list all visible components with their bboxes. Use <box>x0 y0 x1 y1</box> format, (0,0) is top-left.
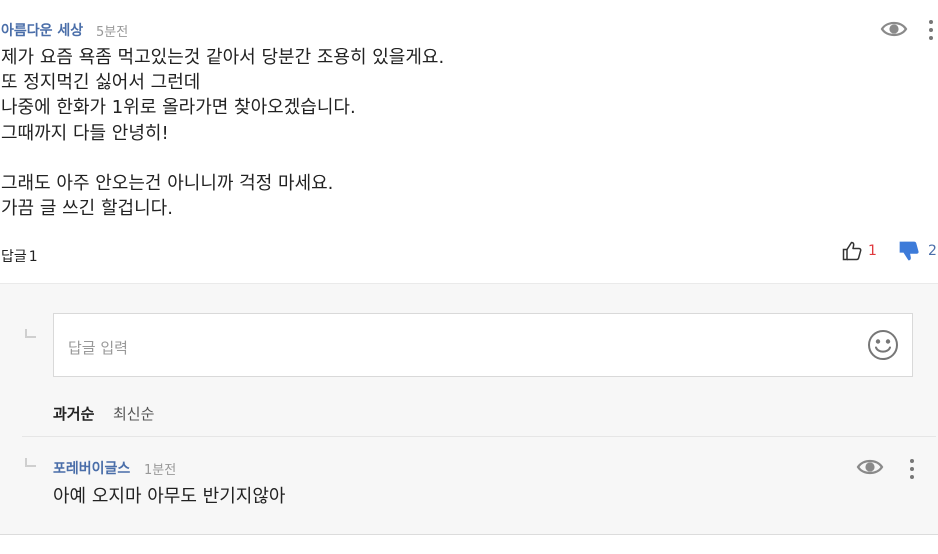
eye-icon[interactable] <box>856 456 884 478</box>
divider <box>22 436 936 437</box>
comment-line: 가끔 글 쓰긴 할겁니다. <box>1 198 173 220</box>
reply-label: 답글 <box>1 249 27 265</box>
reply-corner-icon <box>25 458 36 467</box>
eye-icon[interactable] <box>880 18 908 40</box>
reply-time: 1분전 <box>144 463 177 478</box>
reply-input[interactable]: 답글 입력 <box>53 313 913 377</box>
reply-toggle-button[interactable]: 답글 1 <box>1 246 38 266</box>
reply-text: 아예 오지마 아무도 반기지않아 <box>53 486 286 507</box>
comment-line <box>1 146 444 171</box>
reply-author[interactable]: 포레버이글스 <box>53 458 130 478</box>
comment: 아름다운 세상 5분전 제가 요즘 욕좀 먹고있는것 같아서 당분간 조용히 있… <box>0 0 938 284</box>
reply-section: 답글 입력 과거순 최신순 포레버이글스 1분전 아예 오지마 아무도 반기지않… <box>0 283 938 535</box>
thumbs-down-icon <box>899 241 919 261</box>
comment-time: 5분전 <box>96 25 129 40</box>
more-vertical-icon[interactable] <box>926 18 936 42</box>
comment-body: 제가 요즘 욕좀 먹고있는것 같아서 당분간 조용히 있을게요. 또 정지먹긴 … <box>1 45 444 221</box>
thumbs-up-icon <box>842 241 862 261</box>
comment-line: 그래도 아주 안오는건 아니니까 걱정 마세요. <box>1 172 334 194</box>
reply-count: 1 <box>28 249 38 265</box>
dislike-button[interactable]: 2 <box>898 240 937 262</box>
more-vertical-icon[interactable] <box>907 457 917 481</box>
comment-line: 또 정지먹긴 싫어서 그런데 <box>1 72 201 94</box>
comment-line: 나중에 한화가 1위로 올라가면 찾아오겠습니다. <box>1 97 356 119</box>
like-button[interactable]: 1 <box>842 240 877 262</box>
dislike-count: 2 <box>928 243 937 259</box>
comment-line: 그때까지 다들 안녕히! <box>1 122 169 144</box>
reply-input-placeholder: 답글 입력 <box>68 339 128 357</box>
comment-line: 제가 요즘 욕좀 먹고있는것 같아서 당분간 조용히 있을게요. <box>1 47 445 68</box>
smiley-icon[interactable] <box>867 329 899 361</box>
comment-author[interactable]: 아름다운 세상 <box>1 20 83 40</box>
sort-oldest-tab[interactable]: 과거순 <box>53 403 94 424</box>
reply-corner-icon <box>25 329 36 338</box>
like-count: 1 <box>868 243 877 259</box>
sort-newest-tab[interactable]: 최신순 <box>113 403 154 424</box>
